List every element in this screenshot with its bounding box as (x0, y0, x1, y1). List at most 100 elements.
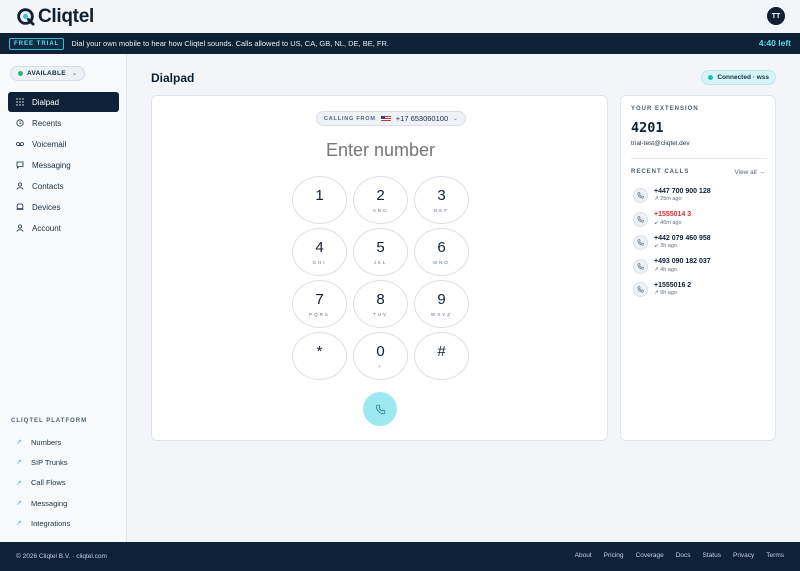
footer-link-privacy[interactable]: Privacy (733, 552, 754, 559)
key-9[interactable]: 9 WXYZ (414, 280, 469, 328)
call-time: ↙ 46m ago (654, 219, 682, 226)
extension-card: YOUR EXTENSION 4201 trial-test@cliqtel.d… (620, 95, 776, 441)
key-hash[interactable]: # (414, 332, 469, 380)
key-8[interactable]: 8 TUV (353, 280, 408, 328)
footer-link-coverage[interactable]: Coverage (636, 552, 664, 559)
number-input[interactable] (152, 140, 609, 161)
footer-link-about[interactable]: About (575, 552, 592, 559)
view-all-link[interactable]: View all → (734, 169, 765, 176)
external-arrow-icon: ↗ (16, 500, 22, 508)
external-arrow-icon: ↗ (16, 520, 22, 528)
footer-links: About Pricing Coverage Docs Status Priva… (575, 552, 784, 559)
call-number: +1555016 2 (654, 281, 692, 289)
phone-icon (633, 282, 648, 298)
key-7[interactable]: 7 PQRS (292, 280, 347, 328)
call-time: ↙ 3h ago (654, 243, 677, 250)
platform-link-call-flows[interactable]: ↗ Call Flows (8, 473, 119, 493)
call-time: ↗ 9h ago (654, 290, 677, 297)
availability-label: AVAILABLE (27, 70, 66, 77)
external-arrow-icon: ↗ (16, 479, 22, 487)
sidebar-item-label: Devices (32, 202, 61, 212)
chevron-down-icon: ⌄ (453, 115, 458, 122)
avatar[interactable]: TT (767, 7, 785, 25)
footer-link-status[interactable]: Status (703, 552, 721, 559)
us-flag-icon (380, 115, 391, 122)
footer-link-docs[interactable]: Docs (676, 552, 691, 559)
trial-banner: FREE TRIAL Dial your own mobile to hear … (0, 33, 800, 54)
sidebar: AVAILABLE ⌄ Dialpad Recents Voicemail Me… (0, 54, 127, 542)
phone-icon (633, 258, 648, 274)
sidebar-item-devices[interactable]: Devices (8, 197, 119, 217)
user-icon (16, 224, 24, 232)
logo[interactable]: Cliqtel (16, 6, 94, 28)
platform-link-sip-trunks[interactable]: ↗ SIP Trunks (8, 452, 119, 472)
list-item[interactable]: +1555014 3 ↙ 46m ago (633, 208, 767, 232)
sidebar-item-label: Messaging (32, 160, 71, 170)
key-3[interactable]: 3 DEF (414, 176, 469, 224)
footer: © 2026 Cliqtel B.V. · cliqtel.com About … (0, 542, 800, 571)
platform-link-messaging[interactable]: ↗ Messaging (8, 493, 119, 513)
divider (631, 158, 767, 159)
sidebar-item-label: Dialpad (32, 97, 60, 107)
sidebar-item-label: Account (32, 223, 61, 233)
sidebar-item-contacts[interactable]: Contacts (8, 176, 119, 196)
call-button[interactable] (363, 392, 397, 426)
phone-icon (633, 235, 648, 251)
list-item[interactable]: +1555016 2 ↗ 9h ago (633, 278, 767, 302)
sidebar-item-recents[interactable]: Recents (8, 113, 119, 133)
status-dot-icon (708, 75, 714, 80)
trial-badge: FREE TRIAL (9, 37, 65, 50)
call-number: +493 090 182 037 (654, 258, 711, 266)
phone-icon (375, 404, 385, 414)
chevron-down-icon: ⌄ (71, 71, 78, 77)
call-number-missed: +1555014 3 (654, 211, 692, 219)
sidebar-item-label: Voicemail (32, 139, 67, 149)
page-title: Dialpad (151, 71, 195, 85)
platform-link-integrations[interactable]: ↗ Integrations (8, 513, 119, 533)
list-item[interactable]: +493 090 182 037 ↗ 4h ago (633, 255, 767, 279)
key-2[interactable]: 2 ABC (353, 176, 408, 224)
user-icon (16, 182, 24, 190)
key-0[interactable]: 0 + (353, 332, 408, 380)
platform-heading: CLIQTEL PLATFORM (11, 418, 88, 424)
phone-icon (633, 211, 648, 227)
calling-from-number: +17 653060100 (395, 114, 449, 123)
logo-icon (16, 7, 35, 26)
availability-selector[interactable]: AVAILABLE ⌄ (10, 66, 86, 81)
platform-link-numbers[interactable]: ↗ Numbers (8, 432, 119, 452)
extension-heading: YOUR EXTENSION (631, 106, 699, 112)
chat-icon (16, 161, 24, 169)
key-star[interactable]: * (292, 332, 347, 380)
footer-link-terms[interactable]: Terms (766, 552, 784, 559)
key-5[interactable]: 5 JKL (353, 228, 408, 276)
call-number: +442 079 460 958 (654, 234, 711, 242)
status-dot-icon (18, 71, 23, 76)
key-1[interactable]: 1 (292, 176, 347, 224)
external-arrow-icon: ↗ (16, 459, 22, 467)
sidebar-item-voicemail[interactable]: Voicemail (8, 134, 119, 154)
key-6[interactable]: 6 MNO (414, 228, 469, 276)
sidebar-nav: Dialpad Recents Voicemail Messaging Cont… (8, 92, 119, 239)
footer-link-pricing[interactable]: Pricing (604, 552, 624, 559)
key-4[interactable]: 4 GHI (292, 228, 347, 276)
top-header: Cliqtel TT (0, 0, 800, 33)
list-item[interactable]: +447 700 900 128 ↗ 25m ago (633, 184, 767, 208)
call-time: ↗ 25m ago (654, 196, 682, 203)
sidebar-item-messaging[interactable]: Messaging (8, 155, 119, 175)
sidebar-item-dialpad[interactable]: Dialpad (8, 92, 119, 112)
grid-icon (16, 98, 24, 106)
device-icon (16, 203, 24, 210)
external-arrow-icon: ↗ (16, 439, 22, 447)
sidebar-item-account[interactable]: Account (8, 218, 119, 238)
calling-from-label: CALLING FROM (324, 115, 376, 122)
list-item[interactable]: +442 079 460 958 ↙ 3h ago (633, 231, 767, 255)
calling-from-selector[interactable]: CALLING FROM +17 653060100 ⌄ (316, 111, 466, 126)
trial-message: Dial your own mobile to hear how Cliqtel… (71, 39, 389, 48)
call-number: +447 700 900 128 (654, 187, 711, 195)
phone-icon (633, 188, 648, 204)
platform-links: ↗ Numbers ↗ SIP Trunks ↗ Call Flows ↗ Messag… (8, 432, 119, 533)
extension-email: trial-test@cliqtel.dev (631, 140, 690, 147)
recent-calls-heading: RECENT CALLS (631, 169, 690, 175)
connection-label: Connected · wss (717, 74, 769, 81)
trial-time-left: 4:40 left (758, 38, 791, 48)
